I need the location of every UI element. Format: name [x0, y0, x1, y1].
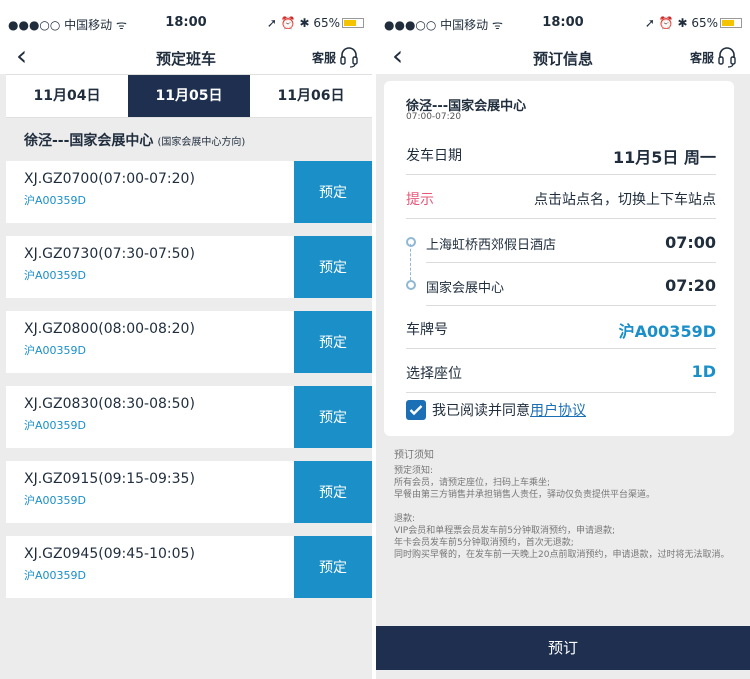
book-button[interactable]: 预定: [294, 311, 372, 373]
trip-item: XJ.GZ0915(09:15-09:35) 沪A00359D 预定: [6, 461, 372, 523]
trip-plate: 沪A00359D: [24, 344, 86, 357]
hint-text: 点击站点名，切换上下车站点: [534, 192, 716, 208]
stop-dot-icon: [406, 237, 416, 247]
trip-code: XJ.GZ0945(09:45-10:05): [24, 546, 195, 562]
route-time: 07:00-07:20: [406, 112, 462, 122]
trip-item: XJ.GZ0830(08:30-08:50) 沪A00359D 预定: [6, 386, 372, 448]
seat-row[interactable]: 选择座位 1D: [406, 351, 716, 393]
trip-code: XJ.GZ0700(07:00-07:20): [24, 171, 195, 187]
seat-value[interactable]: 1D: [692, 362, 716, 381]
service-label: 客服: [689, 50, 714, 65]
notice-line: 早餐由第三方销售并承担销售人责任，驿动仅负责提供平台渠道。: [394, 490, 656, 500]
booking-shuttle-screen: ●●●○○ 中国移动 ᯤ 18:00 ➚ ⏰ ✱ 65% ‹ 预定班车 客服 1…: [0, 0, 372, 679]
submit-booking-button[interactable]: 预订: [376, 626, 750, 670]
book-button[interactable]: 预定: [294, 461, 372, 523]
trip-code: XJ.GZ0915(09:15-09:35): [24, 471, 195, 487]
customer-service-button[interactable]: 客服: [690, 46, 736, 68]
trip-plate: 沪A00359D: [24, 494, 86, 507]
battery-icon: [720, 18, 742, 28]
checkmark-icon: [409, 405, 423, 416]
departure-date-label: 发车日期: [406, 148, 462, 164]
agree-text: 我已阅读并同意: [432, 403, 530, 419]
route-direction: (国家会展中心方向): [157, 137, 246, 148]
notice-line: 所有会员，请预定座位，扫码上车乘坐;: [394, 478, 551, 488]
stop-time: 07:00: [665, 233, 716, 252]
status-right-text: ➚ ⏰ ✱ 65%: [644, 16, 718, 30]
route-header: 徐泾---国家会展中心 (国家会展中心方向): [6, 122, 372, 158]
headset-icon: [718, 46, 736, 68]
notice-line: 年卡会员发车前5分钟取消预约，首次无退款;: [394, 538, 574, 548]
stop-boarding[interactable]: 上海虹桥西郊假日酒店 07:00: [406, 223, 716, 263]
hint-label: 提示: [406, 192, 434, 208]
book-button[interactable]: 预定: [294, 536, 372, 598]
trip-plate: 沪A00359D: [24, 269, 86, 282]
agree-checkbox[interactable]: [406, 400, 426, 420]
battery-icon: [342, 18, 364, 28]
date-tabs: 11月04日 11月05日 11月06日: [6, 74, 372, 118]
nav-bar: ‹ 预定班车 客服: [0, 42, 372, 74]
trip-item: XJ.GZ0800(08:00-08:20) 沪A00359D 预定: [6, 311, 372, 373]
departure-date-value: 11月5日 周一: [613, 148, 716, 167]
book-button[interactable]: 预定: [294, 161, 372, 223]
stop-time: 07:20: [665, 276, 716, 295]
notice-line: 预定须知:: [394, 466, 434, 476]
trip-plate: 沪A00359D: [24, 569, 86, 582]
headset-icon: [340, 46, 358, 68]
seat-label: 选择座位: [406, 366, 462, 382]
route-connector: [410, 244, 411, 280]
booking-card: 徐泾---国家会展中心 07:00-07:20 发车日期 11月5日 周一 提示…: [384, 81, 734, 436]
tab-date-1104[interactable]: 11月04日: [6, 75, 128, 117]
book-button[interactable]: 预定: [294, 236, 372, 298]
book-button[interactable]: 预定: [294, 386, 372, 448]
plate-value: 沪A00359D: [618, 322, 716, 341]
trip-plate: 沪A00359D: [24, 419, 86, 432]
route-name: 徐泾---国家会展中心: [24, 133, 154, 149]
stop-name: 上海虹桥西郊假日酒店: [426, 238, 557, 253]
stop-alighting[interactable]: 国家会展中心 07:20: [406, 266, 716, 306]
hint-row: 提示 点击站点名，切换上下车站点: [406, 177, 716, 219]
status-right-text: ➚ ⏰ ✱ 65%: [266, 16, 340, 30]
trip-item: XJ.GZ0945(09:45-10:05) 沪A00359D 预定: [6, 536, 372, 598]
notice-line: VIP会员和单程票会员发车前5分钟取消预约，申请退款;: [394, 526, 615, 536]
trip-code: XJ.GZ0730(07:30-07:50): [24, 246, 195, 262]
booking-notice: 预订须知 预定须知: 所有会员，请预定座位，扫码上车乘坐; 早餐由第三方销售并承…: [394, 450, 736, 561]
trip-code: XJ.GZ0800(08:00-08:20): [24, 321, 195, 337]
user-agreement-link[interactable]: 用户协议: [530, 400, 586, 420]
status-icons: ➚ ⏰ ✱ 65%: [267, 16, 364, 30]
tab-date-1106[interactable]: 11月06日: [250, 75, 372, 117]
stop-name: 国家会展中心: [426, 281, 505, 296]
trip-code: XJ.GZ0830(08:30-08:50): [24, 396, 195, 412]
plate-row: 车牌号 沪A00359D: [406, 307, 716, 349]
plate-label: 车牌号: [406, 322, 448, 338]
booking-info-screen: ●●●○○ 中国移动 ᯤ 18:00 ➚ ⏰ ✱ 65% ‹ 预订信息 客服 徐…: [376, 0, 750, 679]
status-bar: ●●●○○ 中国移动 ᯤ 18:00 ➚ ⏰ ✱ 65%: [0, 0, 372, 44]
stop-dot-icon: [406, 280, 416, 290]
notice-title: 预订须知: [394, 450, 434, 461]
service-label: 客服: [311, 50, 336, 65]
customer-service-button[interactable]: 客服: [312, 46, 358, 68]
trip-item: XJ.GZ0700(07:00-07:20) 沪A00359D 预定: [6, 161, 372, 223]
trip-plate: 沪A00359D: [24, 194, 86, 207]
tab-date-1105[interactable]: 11月05日: [128, 75, 250, 117]
agreement: 我已阅读并同意 用户协议: [406, 400, 586, 420]
trip-list: XJ.GZ0700(07:00-07:20) 沪A00359D 预定 XJ.GZ…: [6, 161, 372, 611]
status-icons: ➚ ⏰ ✱ 65%: [645, 16, 742, 30]
departure-date-row: 发车日期 11月5日 周一: [406, 133, 716, 175]
notice-line: 退款:: [394, 514, 416, 524]
notice-line: 同时购买早餐的，在发车前一天晚上20点前取消预约，申请退款，过时将无法取消。: [394, 550, 730, 560]
status-bar: ●●●○○ 中国移动 ᯤ 18:00 ➚ ⏰ ✱ 65%: [376, 0, 750, 44]
nav-bar: ‹ 预订信息 客服: [376, 42, 750, 74]
trip-item: XJ.GZ0730(07:30-07:50) 沪A00359D 预定: [6, 236, 372, 298]
